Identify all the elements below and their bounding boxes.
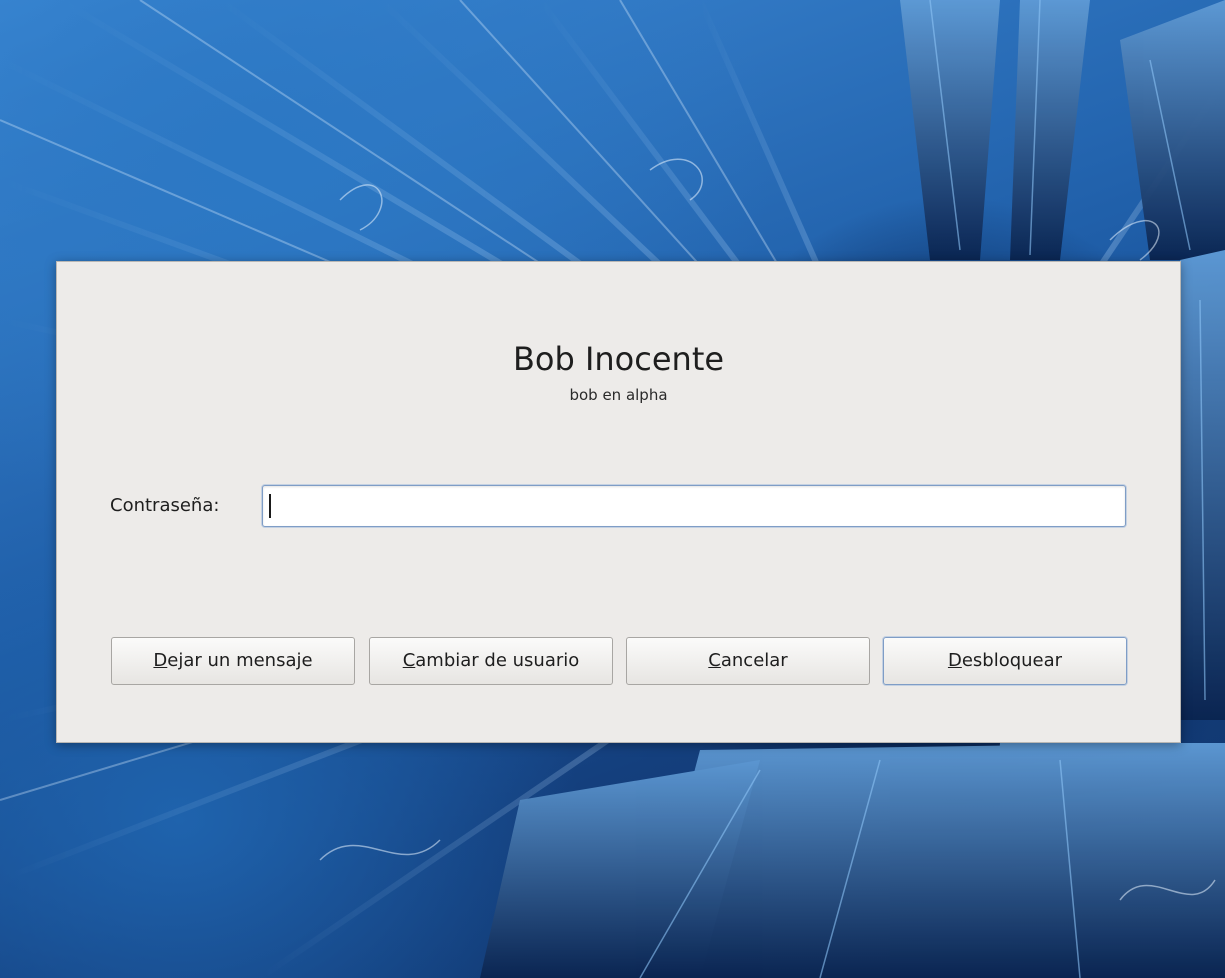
text-caret: [269, 494, 271, 518]
switch-user-label: ambiar de usuario: [415, 650, 580, 671]
password-field[interactable]: [262, 485, 1126, 527]
user-full-name: Bob Inocente: [512, 340, 725, 378]
leave-message-mnemonic: D: [153, 650, 168, 671]
unlock-dialog: Bob Inocente bob en alpha Contraseña: De…: [56, 261, 1181, 743]
unlock-button[interactable]: Desbloquear: [883, 637, 1127, 685]
switch-user-mnemonic: C: [402, 650, 416, 671]
user-host-line: bob en alpha: [569, 386, 668, 404]
cancel-button[interactable]: Cancelar: [626, 637, 870, 685]
leave-message-button[interactable]: Dejar un mensaje: [111, 637, 355, 685]
leave-message-label: ejar un mensaje: [167, 650, 313, 671]
unlock-mnemonic: D: [947, 650, 962, 671]
unlock-label: esbloquear: [961, 650, 1063, 671]
cancel-label: ancelar: [720, 650, 788, 671]
switch-user-button[interactable]: Cambiar de usuario: [369, 637, 613, 685]
desktop-background: Bob Inocente bob en alpha Contraseña: De…: [0, 0, 1225, 978]
cancel-mnemonic: C: [708, 650, 721, 671]
password-label: Contraseña:: [110, 495, 220, 516]
